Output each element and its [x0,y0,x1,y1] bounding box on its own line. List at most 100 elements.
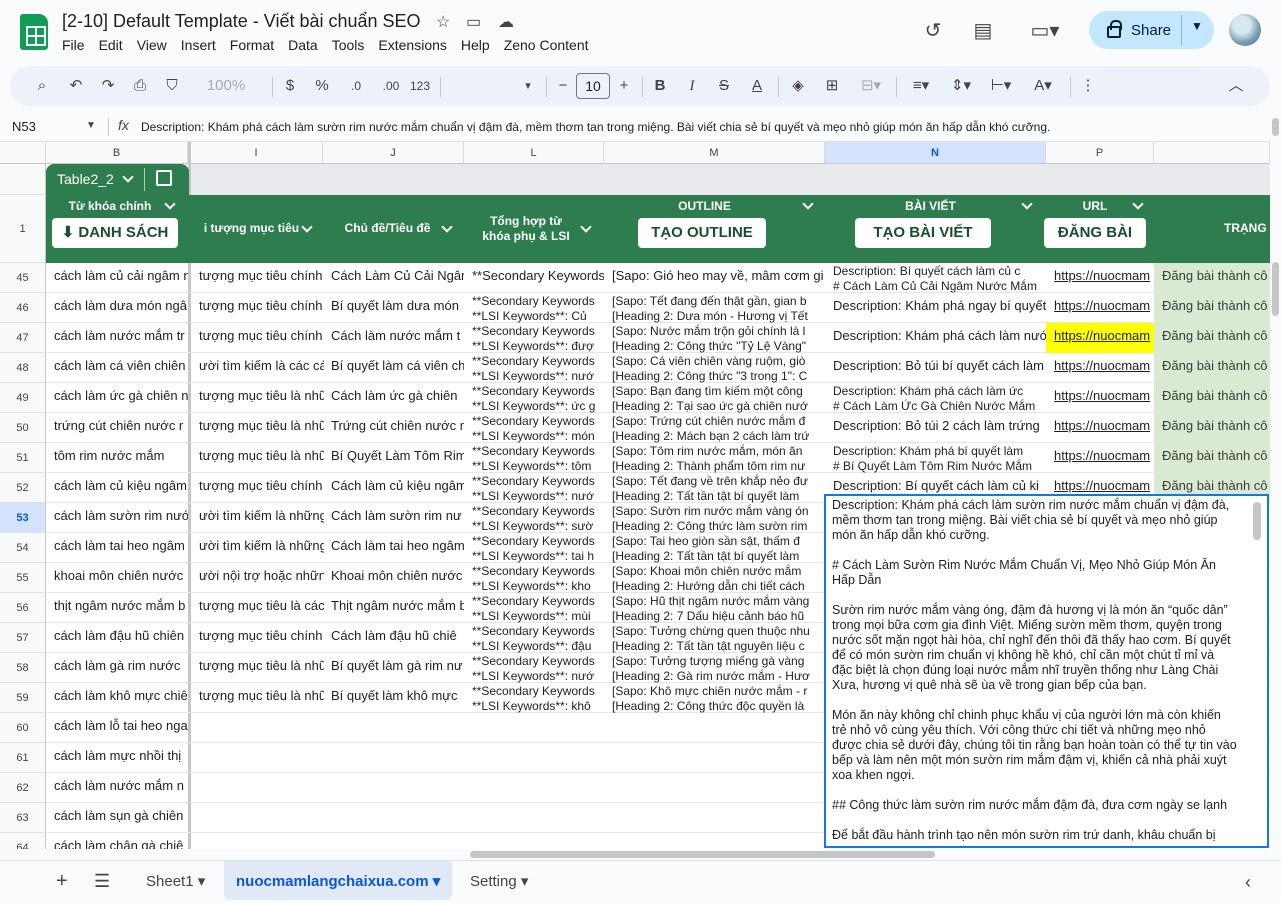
row-header[interactable]: 50 [0,413,46,443]
cell-b[interactable]: cách làm ức gà chiên n [46,383,188,413]
cell-j[interactable]: Cách làm nước mắm t [323,323,464,353]
cell-m[interactable] [604,713,825,743]
cell-b[interactable]: cách làm sườn rim nướ [46,503,188,533]
menu-edit[interactable]: Edit [99,37,131,53]
comments-icon[interactable]: ▤ [970,18,996,44]
cell-i[interactable] [191,713,324,743]
header-lsi[interactable]: Tổng hợp từ khóa phụ & LSI [464,195,604,263]
vertical-align-icon[interactable]: ⇕▾ [946,66,976,106]
table-menu-icon[interactable] [156,170,172,186]
text-wrapping-icon[interactable]: ⊢▾ [986,66,1016,106]
vertical-scrollbar[interactable] [1270,112,1281,849]
horizontal-scrollbar[interactable] [470,851,935,858]
cell-b[interactable]: cách làm mực nhồi thị [46,743,188,773]
paint-format-icon[interactable]: ⛉ [162,66,182,106]
document-title[interactable]: [2-10] Default Template - Viết bài chuẩn… [62,11,421,32]
cell-i[interactable]: tượng mục tiêu là nhữ [191,653,324,683]
percent-format-button[interactable]: % [312,66,332,106]
row-header[interactable]: 63 [0,803,46,833]
cell-b[interactable]: cách làm tai heo ngâm [46,533,188,563]
increase-decimal-button[interactable]: .00 [376,66,406,106]
cell-i[interactable]: ười tìm kiếm là những [191,503,324,533]
tab-setting[interactable]: Setting ▾ [470,861,528,900]
header-topic[interactable]: Chủ đề/Tiêu đề [323,195,464,263]
cell-i[interactable]: tượng mục tiêu là nhữ [191,443,324,473]
cell-j[interactable]: Bí quyết làm gà rim nư [323,653,464,683]
column-header-j[interactable]: J [323,142,464,164]
cell-j[interactable] [323,833,464,849]
cell-n[interactable]: Description: Khám phá bí quyết làm # Bí Q… [825,443,1046,473]
menu-tools[interactable]: Tools [332,37,373,53]
column-header-next[interactable] [1154,142,1270,164]
cell-l[interactable]: **Secondary Keywords [464,263,604,293]
redo-icon[interactable]: ↷ [98,66,118,106]
cell-i[interactable] [191,803,324,833]
row-header[interactable]: 49 [0,383,46,413]
add-sheet-icon[interactable]: + [56,861,68,900]
row-header[interactable]: 60 [0,713,46,743]
row-header[interactable]: 51 [0,443,46,473]
cell-b[interactable]: cách làm lỗ tai heo nga [46,713,188,743]
cell-i[interactable]: tượng mục tiêu là các [191,593,324,623]
chevron-down-icon[interactable] [122,171,134,183]
cell-j[interactable] [323,713,464,743]
cell-l[interactable]: **Secondary Keywords **LSI Keywords**: đậ… [464,623,604,653]
cell-l[interactable] [464,773,604,803]
cell-l[interactable] [464,833,604,849]
collapse-toolbar-icon[interactable]: ︿ [1226,66,1246,106]
cell-l[interactable] [464,743,604,773]
cell-editor-n53[interactable]: Description: Khám phá cách làm sườn rim … [824,494,1269,848]
cell-l[interactable]: **Secondary Keywords **LSI Keywords**: nư… [464,653,604,683]
row-header[interactable]: 48 [0,353,46,383]
danh-sach-button[interactable]: ⬇ DANH SÁCH [52,218,178,248]
row-header[interactable]: 54 [0,533,46,563]
cell-i[interactable]: ười nội trợ hoặc những [191,563,324,593]
cell-j[interactable]: Cách làm củ kiệu ngâm [323,473,464,503]
row-header[interactable]: 62 [0,773,46,803]
cell-m[interactable]: [Sapo: Tết đang đến thật gần, gian b [Hea… [604,293,825,323]
cell-l[interactable]: **Secondary Keywords **LSI Keywords**: kh… [464,563,604,593]
cell-p[interactable]: https://nuocmam [1046,413,1154,443]
merge-cells-icon[interactable]: ⊟▾ [856,66,886,106]
menu-view[interactable]: View [137,37,175,53]
table-name-chip[interactable]: Table2_2 [46,164,189,195]
cell-p[interactable]: https://nuocmam [1046,353,1154,383]
cell-i[interactable]: tượng mục tiêu chính [191,473,324,503]
cell-j[interactable]: Bí quyết làm cá viên ch [323,353,464,383]
cell-b[interactable]: tôm rim nước mắm [46,443,188,473]
font-size-input[interactable]: 10 [576,73,610,99]
tao-outline-button[interactable]: TẠO OUTLINE [638,218,766,248]
tab-nuocmamlangchaixua[interactable]: nuocmamlangchaixua.com ▾ [224,861,453,900]
cell-b[interactable]: cách làm gà rim nước [46,653,188,683]
row-header[interactable]: 61 [0,743,46,773]
scroll-tabs-left-icon[interactable]: ‹ [1245,861,1251,900]
header-url[interactable]: URL ĐĂNG BÀI [1044,195,1154,263]
cell-p[interactable]: https://nuocmam [1046,263,1154,293]
cell-m[interactable]: [Sapo: Cá viên chiên vàng ruộm, giò [Head… [604,353,825,383]
share-dropdown-icon[interactable]: ▼ [1191,19,1203,33]
cell-m[interactable]: [Sapo: Hũ thịt ngâm nước mắm vàng [Headin… [604,593,825,623]
cell-j[interactable]: Bí quyết làm khô mực [323,683,464,713]
menu-help[interactable]: Help [461,37,498,53]
text-rotation-icon[interactable]: A▾ [1028,66,1058,106]
cloud-status-icon[interactable]: ☁ [498,12,514,32]
increase-font-size-icon[interactable]: + [616,66,632,106]
cell-l[interactable]: **Secondary Keywords **LSI Keywords**: ta… [464,533,604,563]
cell-m[interactable]: [Sapo: Sườn rim nước mắm vàng ón [Heading… [604,503,825,533]
menu-insert[interactable]: Insert [181,37,224,53]
cell-s[interactable]: Đăng bài thành cô [1154,383,1270,413]
cell-b[interactable]: cách làm chân gà chiê [46,833,188,849]
sheets-logo-icon[interactable] [20,14,48,50]
move-folder-icon[interactable]: ▭ [466,12,481,32]
cell-j[interactable]: Cách làm sườn rim nư [323,503,464,533]
star-icon[interactable]: ☆ [436,12,450,32]
cell-m[interactable] [604,773,825,803]
cell-l[interactable]: **Secondary Keywords **LSI Keywords**: nư… [464,473,604,503]
menu-format[interactable]: Format [230,37,282,53]
cell-m[interactable]: [Sapo: Tôm rim nước mắm, món ăn [Heading … [604,443,825,473]
share-button[interactable]: Share ▼ [1089,11,1214,49]
font-dropdown-icon[interactable]: ▾ [520,66,536,106]
cell-l[interactable] [464,713,604,743]
header-audience[interactable]: i tượng mục tiêu [191,195,324,263]
row-header[interactable]: 57 [0,623,46,653]
